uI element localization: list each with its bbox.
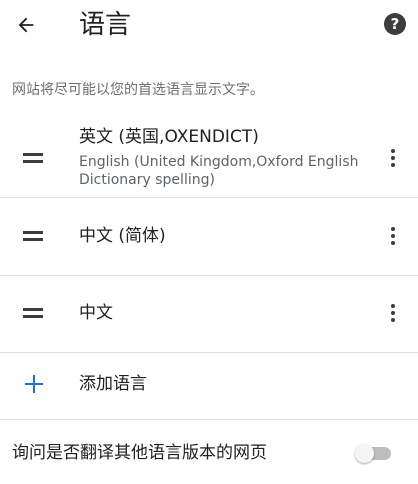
page-title: 语言 bbox=[79, 10, 132, 40]
drag-handle-icon[interactable] bbox=[23, 231, 43, 242]
drag-handle-icon[interactable] bbox=[23, 308, 43, 319]
more-options-icon[interactable] bbox=[390, 302, 396, 324]
more-options-icon[interactable] bbox=[390, 147, 396, 169]
language-name: 中文 (简体) bbox=[79, 226, 166, 246]
question-circle-icon: ? bbox=[390, 15, 400, 33]
language-item[interactable]: 英文 (英国,OXENDICT) English (United Kingdom… bbox=[0, 118, 418, 197]
add-language-label: 添加语言 bbox=[79, 374, 147, 394]
translate-offer-row[interactable]: 询问是否翻译其他语言版本的网页 bbox=[0, 420, 418, 484]
translate-offer-toggle[interactable] bbox=[355, 444, 393, 463]
drag-handle-icon[interactable] bbox=[23, 153, 43, 164]
add-language-button[interactable]: 添加语言 bbox=[0, 353, 418, 419]
toggle-thumb bbox=[355, 444, 374, 463]
language-item[interactable]: 中文 bbox=[0, 276, 418, 353]
translate-offer-label: 询问是否翻译其他语言版本的网页 bbox=[12, 443, 267, 463]
app-bar: 语言 ? bbox=[0, 0, 418, 50]
plus-icon bbox=[25, 375, 43, 393]
back-button[interactable] bbox=[10, 9, 42, 41]
more-options-icon[interactable] bbox=[390, 225, 396, 247]
page-description: 网站将尽可能以您的首选语言显示文字。 bbox=[12, 82, 264, 98]
language-item[interactable]: 中文 (简体) bbox=[0, 198, 418, 275]
help-button[interactable]: ? bbox=[384, 13, 406, 35]
arrow-left-icon bbox=[18, 17, 34, 33]
language-name: 中文 bbox=[79, 303, 113, 323]
language-subtitle: English (United Kingdom,Oxford English D… bbox=[79, 154, 359, 188]
language-name: 英文 (英国,OXENDICT) bbox=[79, 127, 259, 147]
language-settings-screen: 语言 ? 网站将尽可能以您的首选语言显示文字。 英文 (英国,OXENDICT)… bbox=[0, 0, 418, 484]
